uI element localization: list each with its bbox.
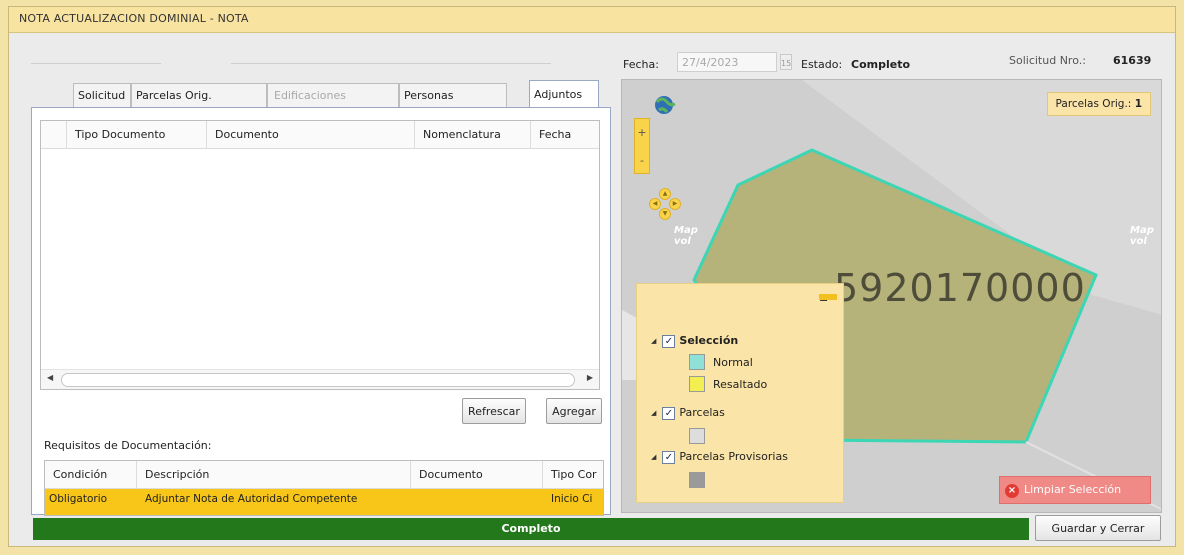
column-header-documento[interactable]: Documento: [207, 121, 415, 149]
column-header-condicion[interactable]: Condición: [45, 461, 137, 489]
solicitud-value: 61639: [1113, 54, 1152, 67]
pan-left-icon[interactable]: ◀: [649, 198, 661, 210]
tab-solicitud[interactable]: Solicitud: [73, 83, 131, 107]
column-header-tipo-documento[interactable]: Tipo Documento: [67, 121, 207, 149]
status-bar: Completo: [33, 518, 1029, 540]
limpiar-seleccion-label: Limpiar Selección: [1024, 483, 1122, 496]
pan-up-icon[interactable]: ▲: [659, 188, 671, 200]
zoom-in-button[interactable]: +: [635, 119, 649, 147]
tab-adjuntos[interactable]: Adjuntos: [529, 80, 599, 107]
estado-value: Completo: [851, 58, 911, 71]
badge-label: Parcelas Orig.:: [1055, 98, 1132, 110]
checkbox-seleccion[interactable]: ✓: [662, 334, 676, 348]
scroll-right-icon[interactable]: ▶: [587, 373, 593, 382]
window-title: NOTA ACTUALIZACION DOMINIAL - NOTA: [19, 12, 249, 25]
fecha-label: Fecha:: [623, 58, 659, 71]
main-window: NOTA ACTUALIZACION DOMINIAL - NOTA Fecha…: [8, 6, 1176, 547]
expand-triangle-icon[interactable]: ◢: [651, 453, 656, 461]
legend-layer-seleccion[interactable]: ◢ ✓ Selección: [651, 334, 738, 348]
pan-down-icon[interactable]: ▼: [659, 208, 671, 220]
header-divider-mid: [231, 63, 551, 64]
legend-layer-label: Parcelas: [679, 406, 725, 419]
close-icon: ×: [1005, 484, 1019, 498]
agregar-button[interactable]: Agregar: [546, 398, 602, 424]
tab-parcelas-orig[interactable]: Parcelas Orig.: [131, 83, 267, 107]
guardar-cerrar-button[interactable]: Guardar y Cerrar: [1035, 515, 1161, 541]
cell-tipo: Inicio Ci: [551, 493, 593, 505]
map-legend: − ◢ ✓ Selección Normal Resaltado ◢ ✓ Parcela…: [636, 283, 844, 503]
solicitud-label: Solicitud Nro.:: [1009, 54, 1086, 67]
requisitos-grid-header: Condición Descripción Documento Tipo Cor: [45, 461, 603, 489]
header-divider-left: [31, 63, 161, 64]
checkbox-parcelas-provisorias[interactable]: ✓: [662, 450, 676, 464]
tab-edificaciones: Edificaciones: [267, 83, 399, 107]
column-header-fecha[interactable]: Fecha: [531, 121, 601, 149]
zoom-out-button[interactable]: -: [635, 147, 649, 175]
expand-triangle-icon[interactable]: ◢: [651, 409, 656, 417]
column-header-tipo[interactable]: Tipo Cor: [543, 461, 603, 489]
legend-swatch-normal: [689, 354, 705, 370]
map-watermark-right: Map vol: [1130, 225, 1154, 247]
legend-layer-parcelas-provisorias[interactable]: ◢ ✓ Parcelas Provisorias: [651, 450, 788, 464]
parcelas-count-badge: Parcelas Orig.: 1: [1046, 92, 1151, 116]
calendar-icon[interactable]: 15: [780, 54, 792, 70]
badge-value: 1: [1134, 98, 1142, 110]
tab-personas[interactable]: Personas: [399, 83, 507, 107]
expand-triangle-icon[interactable]: ◢: [651, 337, 656, 345]
column-header-documento-req[interactable]: Documento: [411, 461, 543, 489]
legend-layer-parcelas[interactable]: ◢ ✓ Parcelas: [651, 406, 725, 420]
estado-label: Estado:: [801, 58, 843, 71]
column-header-select[interactable]: [41, 121, 67, 149]
map-watermark-left: Map vol: [674, 225, 698, 247]
column-header-descripcion[interactable]: Descripción: [137, 461, 411, 489]
checkbox-parcelas[interactable]: ✓: [662, 406, 676, 420]
legend-swatch-resaltado: [689, 376, 705, 392]
requisitos-label: Requisitos de Documentación:: [44, 439, 212, 452]
requisitos-grid: Condición Descripción Documento Tipo Cor…: [44, 460, 604, 516]
parcel-label: 5920170000: [834, 266, 1086, 310]
legend-collapse-button[interactable]: −: [819, 294, 837, 307]
zoom-control: + -: [634, 118, 650, 174]
adjuntos-panel: Tipo Documento Documento Nomenclatura Fe…: [31, 107, 611, 516]
legend-layer-label: Parcelas Provisorias: [679, 450, 788, 463]
legend-swatch-parcelas: [689, 428, 705, 444]
adjuntos-grid-header: Tipo Documento Documento Nomenclatura Fe…: [41, 121, 599, 149]
title-bar: NOTA ACTUALIZACION DOMINIAL - NOTA: [9, 7, 1175, 33]
fecha-input[interactable]: [677, 52, 777, 72]
legend-swatch-parcelas-provisorias: [689, 472, 705, 488]
column-header-nomenclatura[interactable]: Nomenclatura: [415, 121, 531, 149]
scrollbar-thumb[interactable]: [61, 373, 575, 387]
limpiar-seleccion-button[interactable]: × Limpiar Selección: [999, 476, 1151, 504]
cell-descripcion: Adjuntar Nota de Autoridad Competente: [145, 493, 358, 505]
legend-layer-label: Selección: [679, 334, 739, 347]
cell-condicion: Obligatorio: [49, 493, 108, 505]
refrescar-button[interactable]: Refrescar: [462, 398, 526, 424]
scroll-left-icon[interactable]: ◀: [47, 373, 53, 382]
horizontal-scrollbar[interactable]: ◀ ▶: [41, 369, 599, 389]
map-view[interactable]: + - ▲ ◀ ▶ ▼ Map vol Map vol Parcelas Ori…: [621, 79, 1162, 513]
pan-right-icon[interactable]: ▶: [669, 198, 681, 210]
table-row[interactable]: Obligatorio Adjuntar Nota de Autoridad C…: [45, 489, 603, 515]
legend-item-normal: Normal: [713, 356, 753, 369]
adjuntos-grid: Tipo Documento Documento Nomenclatura Fe…: [40, 120, 600, 390]
legend-item-resaltado: Resaltado: [713, 378, 768, 391]
